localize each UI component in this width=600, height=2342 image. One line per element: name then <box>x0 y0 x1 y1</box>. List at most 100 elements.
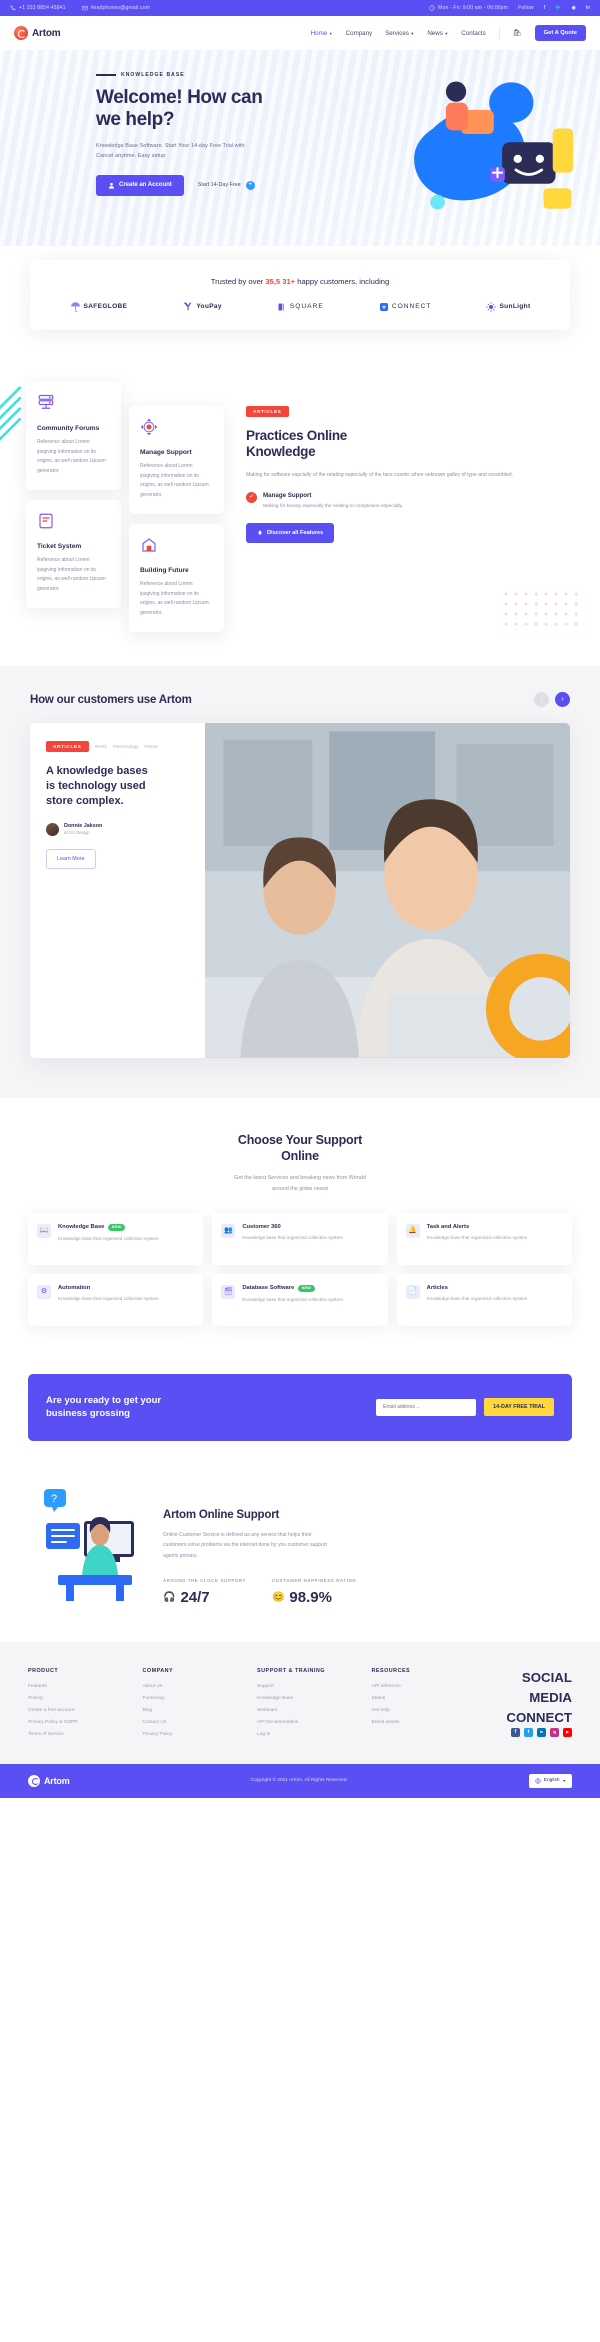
feature-card-community-forums[interactable]: Community Forums Reference about Lorem i… <box>26 382 121 490</box>
feature-text: Reference about Lorem ipsgiving informat… <box>37 439 106 474</box>
create-account-button[interactable]: Create an Account <box>96 174 184 196</box>
top-utility-bar: +1 333 8854 45841 headphones@gmail.com M… <box>0 0 600 16</box>
footer-link[interactable]: Privacy Policy <box>143 1732 244 1737</box>
phone-info[interactable]: +1 333 8854 45841 <box>10 5 66 11</box>
free-trial-button[interactable]: 14-DAY FREE TRIAL <box>484 1398 554 1417</box>
practices-heading-line1: Practices Online <box>246 428 347 443</box>
linkedin-icon[interactable]: in <box>537 1727 546 1737</box>
footer-link[interactable]: Knowledge Base <box>257 1696 358 1701</box>
feature-card-manage-support[interactable]: Manage Support Reference about Lorem ips… <box>129 406 224 514</box>
discover-features-button[interactable]: Discover all Features <box>246 522 335 543</box>
client-logo-youpay: YouPay <box>182 301 222 312</box>
chevron-right-icon[interactable]: › <box>555 692 570 707</box>
email-info[interactable]: headphones@gmail.com <box>81 5 150 11</box>
hero-paragraph: Knowledge Base Software. Start Your 14-d… <box>96 143 245 160</box>
client-logo-label: SQUARE <box>289 303 324 310</box>
footer-link[interactable]: Get help <box>372 1708 473 1713</box>
client-logo-square: SQUARE <box>277 302 324 312</box>
footer-column-title: SUPPORT & TRAINING <box>257 1667 325 1674</box>
customer-testimonial-card: ARTICLES #Html #Technology #Store A know… <box>30 723 570 1058</box>
arrows-target-icon <box>140 418 158 436</box>
support-card-automation[interactable]: ⚙ Automation Knowledge base that organiz… <box>28 1273 204 1326</box>
site-logo[interactable]: Artom <box>14 26 61 40</box>
footer-columns: PRODUCT Features Pricing Create a free a… <box>28 1668 572 1744</box>
nav-item-home[interactable]: Home ▼ <box>311 30 333 37</box>
facebook-icon[interactable]: f <box>511 1727 520 1737</box>
support-card-title-row: Database Software NEW <box>242 1284 343 1292</box>
ticket-icon <box>39 513 53 529</box>
footer-logo[interactable]: Artom <box>28 1774 70 1787</box>
client-logo-safeglobe: SAFEGLOBE <box>70 301 128 312</box>
support-card-database-software[interactable]: 🗃 Database Software NEW Knowledge base th… <box>212 1273 388 1326</box>
trusted-card: Trusted by over 35,5 31+ happy customers… <box>30 260 570 330</box>
language-selector[interactable]: English ▼ <box>528 1773 572 1788</box>
server-stack-icon <box>38 394 54 409</box>
feature-card-building-future[interactable]: Building Future Reference about Lorem ip… <box>129 524 224 632</box>
linkedin-icon[interactable]: in <box>586 5 590 11</box>
footer-link[interactable]: Create a free account <box>28 1708 129 1713</box>
nav-item-contacts[interactable]: Contacts <box>461 30 485 37</box>
trusted-prefix: Trusted by over <box>210 277 266 286</box>
start-trial-link[interactable]: Start 14-Day Free + <box>198 180 255 190</box>
footer-link[interactable]: Privacy Policy & GDPR <box>28 1720 129 1725</box>
cta-heading-line2: business grossing <box>46 1408 130 1420</box>
support-card-text: Knowledge base that organized collection… <box>426 1295 528 1301</box>
bell-icon: 🔔 <box>405 1223 420 1238</box>
features-column-left: Community Forums Reference about Lorem i… <box>26 382 121 632</box>
stat-label: AROUND THE CLOCK SUPPORT <box>163 1577 246 1583</box>
nav-label: Home <box>310 29 328 37</box>
instagram-icon[interactable]: ig <box>550 1727 559 1737</box>
footer-link[interactable]: About Us <box>143 1684 244 1689</box>
nav-item-news[interactable]: News ▼ <box>427 30 448 37</box>
support-card-title-row: Task and Alerts <box>427 1224 528 1230</box>
client-logos: SAFEGLOBE YouPay SQUARE CONNECT SunLight <box>42 301 558 312</box>
footer-link[interactable]: Webinars <box>257 1708 358 1713</box>
footer-link[interactable]: Pricing <box>28 1696 129 1701</box>
twitter-icon[interactable]: t <box>524 1727 533 1737</box>
create-account-label: Create an Account <box>119 182 172 189</box>
phone-number: +1 333 8854 45841 <box>19 5 66 11</box>
tag-store[interactable]: #Store <box>144 744 158 749</box>
email-input[interactable] <box>376 1398 477 1416</box>
user-icon <box>108 182 115 189</box>
support-card-customer-360[interactable]: 👥 Customer 360 Knowledge base that organ… <box>212 1212 388 1265</box>
footer-link[interactable]: API Documentation <box>257 1720 358 1725</box>
get-a-quote-button[interactable]: Get A Quote <box>534 25 586 41</box>
dribbble-icon[interactable]: ◉ <box>571 5 575 11</box>
support-card-task-and-alerts[interactable]: 🔔 Task and Alerts Knowledge base that or… <box>396 1212 572 1265</box>
footer-link[interactable]: Contact Us <box>143 1720 244 1725</box>
footer-link[interactable]: Features <box>28 1684 129 1689</box>
social-title-line1: SOCIAL MEDIA <box>521 1669 572 1705</box>
page-root: +1 333 8854 45841 headphones@gmail.com M… <box>0 0 600 1798</box>
carousel-arrows: ‹ › <box>534 692 570 707</box>
footer-link[interactable]: Status <box>372 1696 473 1701</box>
footer-link[interactable]: Brand assets <box>372 1720 473 1725</box>
cta-banner: Are you ready to get your business gross… <box>28 1373 572 1442</box>
tag-html[interactable]: #Html <box>95 744 107 749</box>
chevron-down-icon: ▼ <box>444 30 449 36</box>
cart-icon[interactable]: 🛍 <box>513 29 522 37</box>
footer-link[interactable]: API reference <box>372 1684 473 1689</box>
tag-technology[interactable]: #Technology <box>113 744 139 749</box>
learn-more-button[interactable]: Learn More <box>46 848 96 869</box>
twitter-icon[interactable]: 🐦 <box>555 5 561 11</box>
feature-card-ticket-system[interactable]: Ticket System Reference about Lorem ipsg… <box>26 500 121 608</box>
choose-heading-line1: Choose Your Support <box>237 1132 363 1147</box>
support-card-articles[interactable]: 📄 Articles Knowledge base that organized… <box>396 1273 572 1326</box>
footer-link[interactable]: Support <box>257 1684 358 1689</box>
stat-happiness: CUSTOMER HAPPINESS RATING 😊 98.9% <box>272 1578 356 1606</box>
hours-info: Mon - Fri: 9:00 am - 06:00pm <box>429 5 508 11</box>
support-card-knowledge-base[interactable]: 📖 Knowledge Base NEW Knowledge base that … <box>28 1212 204 1265</box>
footer-link[interactable]: Terms of Service <box>28 1732 129 1737</box>
stat-value: 24/7 <box>180 1588 210 1606</box>
svg-text:?: ? <box>51 1493 57 1505</box>
facebook-icon[interactable]: f <box>544 5 546 11</box>
chevron-left-icon[interactable]: ‹ <box>534 692 549 707</box>
nav-item-company[interactable]: Company <box>346 30 372 37</box>
footer-link[interactable]: Log In <box>257 1732 358 1737</box>
nav-item-services[interactable]: Services ▼ <box>385 30 414 37</box>
youtube-icon[interactable]: ▶ <box>563 1727 572 1737</box>
footer-link[interactable]: FunnelJoy <box>143 1696 244 1701</box>
support-card-text: Knowledge base that organized collection… <box>426 1234 528 1240</box>
footer-link[interactable]: Blog <box>143 1708 244 1713</box>
